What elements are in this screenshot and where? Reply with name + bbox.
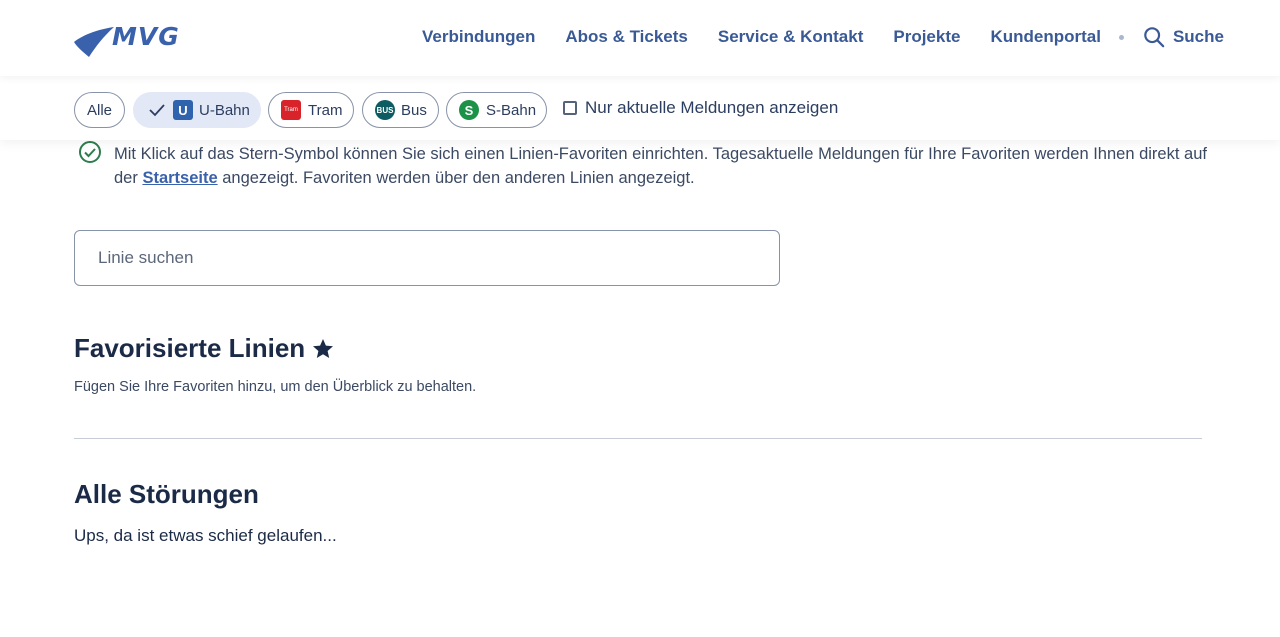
search-label: Suche [1172, 27, 1224, 46]
favorites-heading: Favorisierte Linien [74, 333, 335, 364]
current-messages-toggle[interactable]: Nur aktuelle Meldungen anzeigen [563, 98, 838, 118]
disruptions-error-message: Ups, da ist etwas schief gelaufen... [74, 526, 337, 545]
sbahn-icon: S [459, 100, 479, 120]
check-circle-icon [79, 141, 101, 163]
filter-chip-bus[interactable]: BUS Bus [362, 92, 439, 128]
logo-text: MVG [112, 22, 180, 51]
line-search-input[interactable] [75, 231, 779, 285]
filter-chip-sbahn[interactable]: S S-Bahn [446, 92, 547, 128]
main-nav: Verbindungen Abos & Tickets Service & Ko… [422, 26, 1224, 48]
section-divider [74, 438, 1202, 439]
filter-chip-label: S-Bahn [486, 101, 537, 119]
search-icon [1144, 27, 1165, 48]
filter-chip-label: Alle [86, 101, 112, 119]
nav-kundenportal[interactable]: Kundenportal [990, 27, 1101, 47]
nav-verbindungen[interactable]: Verbindungen [422, 27, 535, 47]
nav-projekte[interactable]: Projekte [893, 27, 960, 47]
nav-separator-dot [1118, 34, 1124, 40]
ubahn-icon: U [173, 100, 193, 120]
filter-chip-tram[interactable]: Tram Tram [268, 92, 354, 128]
checkmark-icon [149, 104, 165, 117]
current-messages-checkbox[interactable] [563, 101, 577, 115]
filter-chip-label: Tram [308, 101, 343, 119]
search-button[interactable]: Suche [1143, 26, 1224, 48]
mvg-logo[interactable]: MVG [74, 22, 204, 60]
nav-service-kontakt[interactable]: Service & Kontakt [718, 27, 864, 47]
filter-chip-alle[interactable]: Alle [74, 92, 125, 128]
transport-filter-bar: Alle U U-Bahn Tram Tram BUS Bus S S-Bahn… [0, 76, 1280, 140]
line-search-box [74, 230, 780, 286]
disruptions-heading: Alle Störungen [74, 479, 259, 509]
filter-chip-label: U-Bahn [199, 101, 250, 119]
star-icon [313, 338, 334, 358]
current-messages-label: Nur aktuelle Meldungen anzeigen [585, 98, 839, 117]
info-text-after: angezeigt. Favoriten werden über den and… [217, 169, 695, 187]
info-text: Mit Klick auf das Stern-Symbol können Si… [114, 142, 1208, 190]
filter-chip-label: Bus [401, 101, 427, 119]
favorites-title: Favorisierte Linien [74, 333, 306, 363]
startseite-link[interactable]: Startseite [142, 169, 217, 187]
tram-icon: Tram [281, 100, 301, 120]
nav-abos-tickets[interactable]: Abos & Tickets [565, 27, 688, 47]
favorites-subtitle: Fügen Sie Ihre Favoriten hinzu, um den Ü… [74, 379, 477, 395]
site-header: MVG Verbindungen Abos & Tickets Service … [0, 0, 1280, 76]
bus-icon: BUS [375, 100, 395, 120]
filter-chip-ubahn[interactable]: U U-Bahn [133, 92, 261, 128]
